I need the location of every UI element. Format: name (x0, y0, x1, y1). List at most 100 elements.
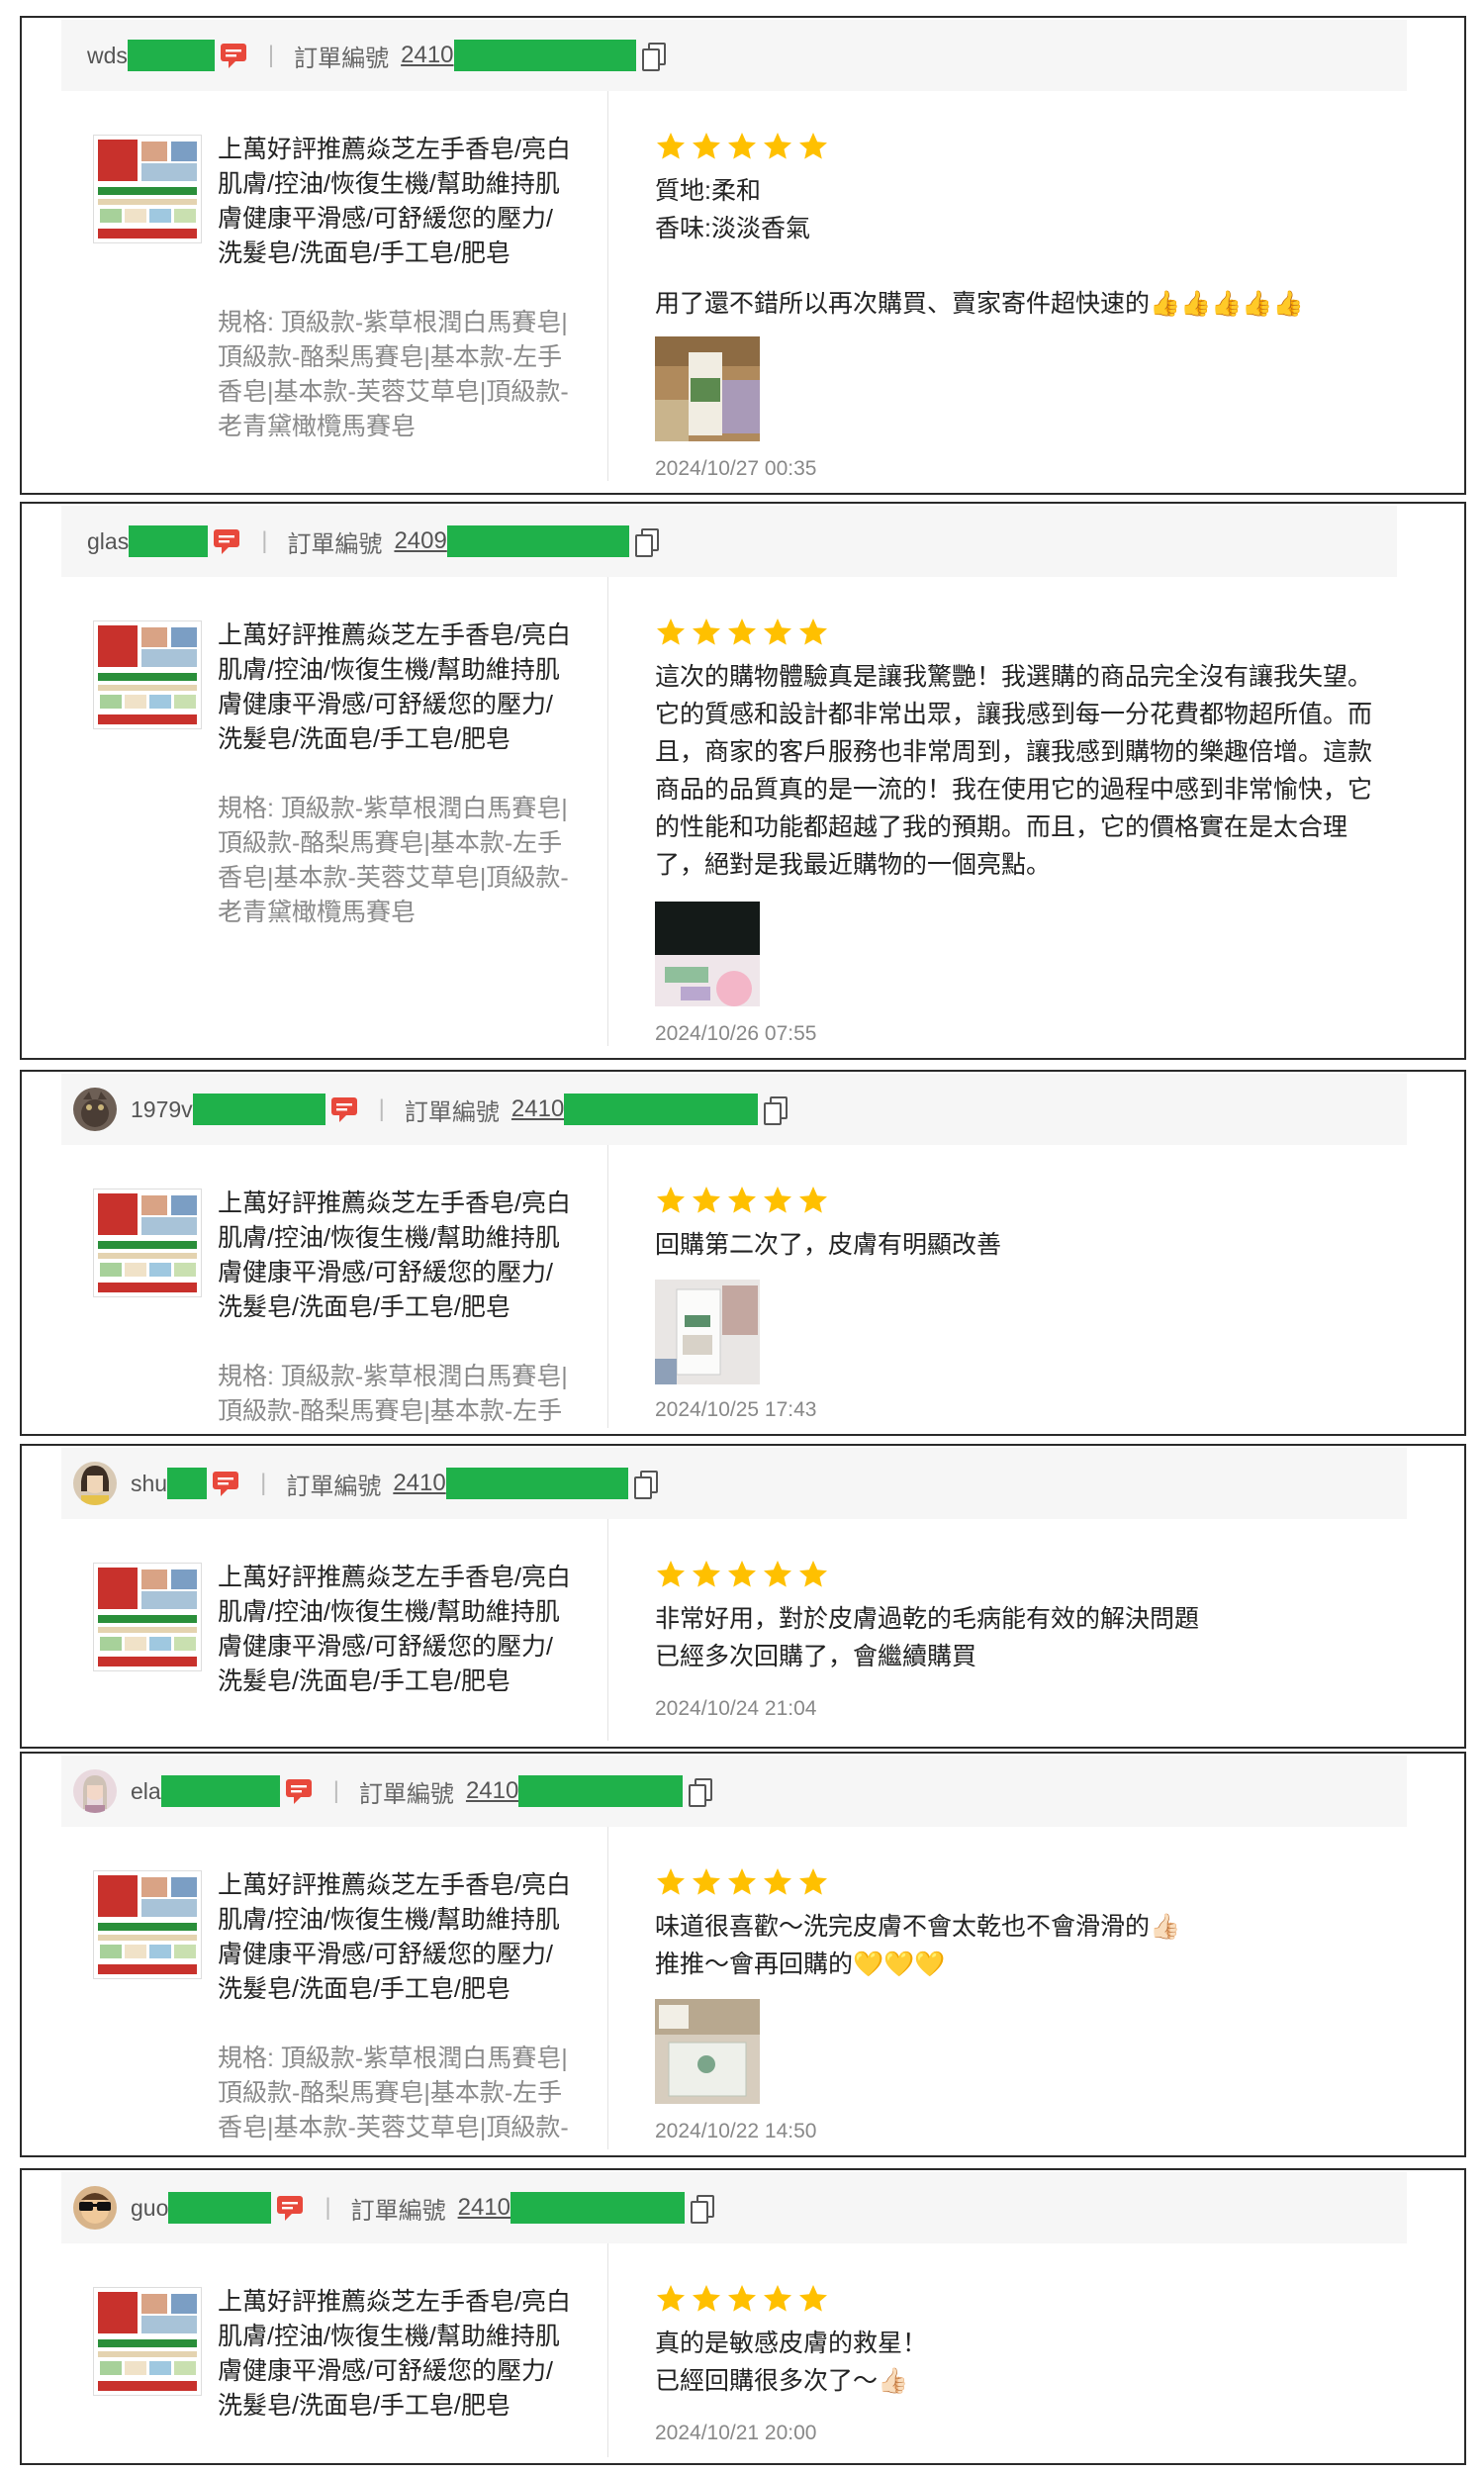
copy-icon[interactable] (641, 43, 666, 71)
username[interactable]: glas (87, 528, 129, 555)
username[interactable]: guo (131, 2195, 168, 2222)
star-icon (762, 131, 793, 162)
redaction-block (167, 1468, 208, 1499)
order-label: 訂單編號 (404, 1098, 500, 1126)
chat-icon[interactable] (284, 1777, 314, 1805)
review-card: guo | 訂單編號 2410 上萬好評推薦焱芝左手香皂/亮白肌膚/控油/恢復生… (20, 2168, 1466, 2465)
product-thumbnail[interactable] (93, 1563, 202, 1671)
order-number-link[interactable]: 2410 (511, 1094, 759, 1125)
star-icon (691, 131, 722, 162)
user-avatar[interactable] (73, 1769, 117, 1813)
user-avatar[interactable] (73, 1088, 117, 1131)
product-name[interactable]: 上萬好評推薦焱芝左手香皂/亮白肌膚/控油/恢復生機/幫助維持肌膚健康平滑感/可舒… (218, 618, 574, 792)
review-comment: 非常好用，對於皮膚過乾的毛病能有效的解決問題 已經多次回購了，會繼續購買 (655, 1605, 1200, 1670)
username[interactable]: ela (131, 1778, 161, 1805)
order-number-link[interactable]: 2409 (394, 525, 629, 557)
product-thumbnail[interactable] (93, 135, 202, 243)
order-number-link[interactable]: 2410 (466, 1775, 684, 1807)
redaction-block (129, 525, 209, 557)
product-name[interactable]: 上萬好評推薦焱芝左手香皂/亮白肌膚/控油/恢復生機/幫助維持肌膚健康平滑感/可舒… (218, 133, 574, 306)
product-spec: 規格: 頂級款-紫草根潤白馬賽皂|頂級款-酪梨馬賽皂|基本款-左手香皂|基本款-… (218, 1363, 568, 1425)
product-name[interactable]: 上萬好評推薦焱芝左手香皂/亮白肌膚/控油/恢復生機/幫助維持肌膚健康平滑感/可舒… (218, 1868, 574, 2042)
product-spec: 規格: 頂級款-紫草根潤白馬賽皂|頂級款-酪梨馬賽皂|基本款-左手香皂|基本款-… (218, 795, 569, 926)
redaction-block (453, 40, 636, 71)
chat-icon[interactable] (329, 1095, 359, 1123)
header-divider: | (267, 42, 275, 68)
column-divider (607, 91, 608, 481)
redaction-block (168, 2192, 272, 2224)
star-icon (655, 1559, 687, 1590)
username[interactable]: wds (87, 43, 128, 69)
product-name[interactable]: 上萬好評推薦焱芝左手香皂/亮白肌膚/控油/恢復生機/幫助維持肌膚健康平滑感/可舒… (218, 1561, 574, 1734)
review-date: 2024/10/24 21:04 (655, 1697, 817, 1720)
order-label: 訂單編號 (286, 1473, 382, 1500)
redaction-block (446, 525, 629, 557)
star-icon (726, 131, 758, 162)
star-icon (655, 131, 687, 162)
review-comment: 質地:柔和 香味:淡淡香氣 用了還不錯所以再次購買、賣家寄件超快速的👍👍👍👍👍 (655, 177, 1304, 318)
star-icon (797, 1185, 829, 1216)
star-icon (726, 617, 758, 648)
username[interactable]: 1979v (131, 1096, 193, 1123)
star-icon (762, 1559, 793, 1590)
review-header: 1979v | 訂單編號 2410 (61, 1074, 1407, 1145)
review-photo[interactable] (655, 336, 760, 441)
order-label: 訂單編號 (358, 1780, 454, 1808)
review-comment: 這次的購物體驗真是讓我驚艷！我選購的商品完全沒有讓我失望。它的質感和設計都非常出… (655, 663, 1373, 879)
product-thumbnail[interactable] (93, 620, 202, 729)
user-avatar[interactable] (73, 2186, 117, 2230)
order-number-link[interactable]: 2410 (401, 40, 636, 71)
chat-icon[interactable] (212, 527, 241, 555)
column-divider (607, 577, 608, 1046)
copy-icon[interactable] (633, 1471, 658, 1499)
column-divider (607, 1827, 608, 2149)
review-date: 2024/10/26 07:55 (655, 1022, 817, 1045)
rating-stars (655, 2283, 829, 2315)
user-avatar[interactable] (73, 1462, 117, 1505)
review-photo[interactable] (655, 1999, 760, 2104)
username[interactable]: shu (131, 1471, 167, 1497)
chat-icon[interactable] (275, 2194, 305, 2222)
rating-stars (655, 1866, 829, 1898)
review-comment: 味道很喜歡～洗完皮膚不會太乾也不會滑滑的👍🏻 推推～會再回購的💛💛💛 (655, 1913, 1181, 1978)
star-icon (691, 617, 722, 648)
star-icon (655, 617, 687, 648)
product-name[interactable]: 上萬好評推薦焱芝左手香皂/亮白肌膚/控油/恢復生機/幫助維持肌膚健康平滑感/可舒… (218, 2285, 574, 2458)
product-name[interactable]: 上萬好評推薦焱芝左手香皂/亮白肌膚/控油/恢復生機/幫助維持肌膚健康平滑感/可舒… (218, 1187, 574, 1360)
star-icon (691, 1185, 722, 1216)
column-divider (607, 1519, 608, 1741)
star-icon (797, 131, 829, 162)
product-spec: 規格: 頂級款-紫草根潤白馬賽皂|頂級款-酪梨馬賽皂|基本款-左手香皂|基本款-… (218, 309, 569, 440)
star-icon (655, 1866, 687, 1898)
copy-icon[interactable] (634, 528, 659, 557)
product-thumbnail[interactable] (93, 1870, 202, 1979)
chat-icon[interactable] (211, 1470, 240, 1497)
review-header: guo | 訂單編號 2410 (61, 2172, 1407, 2243)
star-icon (726, 1185, 758, 1216)
review-photo[interactable] (655, 902, 760, 1006)
product-spec: 規格: 頂級款-紫草根潤白馬賽皂|頂級款-酪梨馬賽皂|基本款-左手香皂|基本款-… (218, 2045, 569, 2141)
star-icon (797, 617, 829, 648)
review-card: ela | 訂單編號 2410 上萬好評推薦焱芝左手香皂/亮白肌膚/控油/恢復生… (20, 1752, 1466, 2157)
header-divider: | (260, 1470, 267, 1496)
copy-icon[interactable] (764, 1096, 788, 1125)
star-icon (726, 2283, 758, 2315)
star-icon (691, 2283, 722, 2315)
order-number-link[interactable]: 2410 (393, 1468, 628, 1499)
order-number-link[interactable]: 2410 (458, 2192, 685, 2224)
star-icon (762, 1866, 793, 1898)
review-date: 2024/10/21 20:00 (655, 2422, 817, 2444)
rating-stars (655, 131, 829, 162)
star-icon (797, 1866, 829, 1898)
review-header: wds | 訂單編號 2410 (61, 20, 1407, 91)
review-photo[interactable] (655, 1280, 760, 1384)
copy-icon[interactable] (691, 2195, 714, 2224)
copy-icon[interactable] (689, 1778, 713, 1807)
product-thumbnail[interactable] (93, 2287, 202, 2396)
review-header: shu | 訂單編號 2410 (61, 1448, 1407, 1519)
review-card: shu | 訂單編號 2410 上萬好評推薦焱芝左手香皂/亮白肌膚/控油/恢復生… (20, 1444, 1466, 1749)
chat-icon[interactable] (219, 42, 248, 69)
rating-stars (655, 1559, 829, 1590)
review-card: 1979v | 訂單編號 2410 上萬好評推薦焱芝左手香皂/亮白肌膚/控油/恢… (20, 1070, 1466, 1436)
product-thumbnail[interactable] (93, 1189, 202, 1297)
